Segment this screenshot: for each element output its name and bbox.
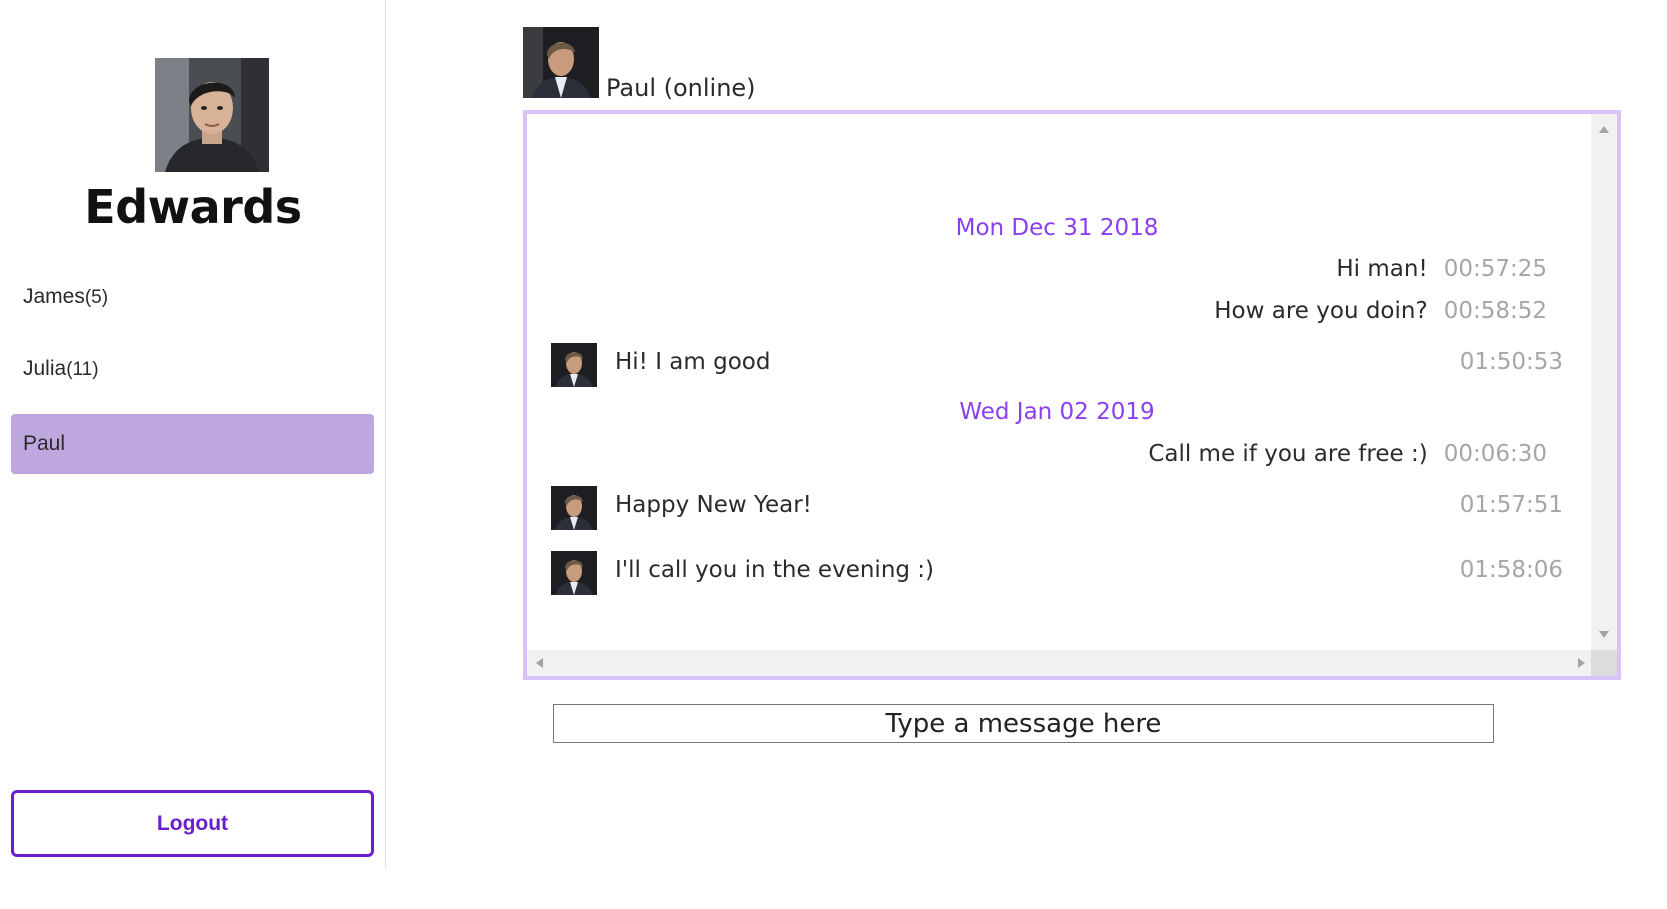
contact-item-paul[interactable]: Paul (11, 414, 374, 474)
horizontal-scrollbar[interactable] (527, 650, 1595, 676)
scroll-down-arrow-icon[interactable] (1599, 631, 1609, 638)
outgoing-message: How are you doin? 00:58:52 (1214, 298, 1547, 324)
unread-count-badge: (11) (66, 359, 99, 380)
user-name: Edwards (84, 180, 302, 234)
chat-app: Edwards James(5) Julia(11) Paul Logout P… (0, 0, 1667, 909)
sender-avatar (551, 343, 597, 387)
contact-name: James (23, 285, 85, 308)
outgoing-message: Call me if you are free :) 00:06:30 (1148, 441, 1547, 467)
outgoing-message: Hi man! 00:57:25 (1336, 256, 1547, 282)
scroll-right-arrow-icon[interactable] (1578, 658, 1585, 668)
user-avatar (155, 58, 269, 172)
scroll-up-arrow-icon[interactable] (1599, 126, 1609, 133)
message-text: How are you doin? (1214, 298, 1428, 324)
message-input[interactable] (553, 704, 1494, 743)
message-text: I'll call you in the evening :) (615, 557, 935, 583)
incoming-message: Hi! I am good 01:50:53 (551, 343, 1563, 387)
contact-name: Paul (23, 432, 66, 455)
sender-avatar (551, 486, 597, 530)
message-time: 00:06:30 (1443, 441, 1547, 467)
contact-name: Julia (23, 357, 67, 380)
incoming-message: I'll call you in the evening :) 01:58:06 (551, 551, 1563, 595)
contact-item-james[interactable]: James(5) (11, 267, 374, 327)
incoming-message: Happy New Year! 01:57:51 (551, 486, 1563, 530)
logout-button[interactable]: Logout (11, 790, 374, 857)
sender-avatar (551, 551, 597, 595)
sidebar: Edwards James(5) Julia(11) Paul Logout (0, 0, 386, 868)
message-time: 01:58:06 (1459, 557, 1563, 583)
unread-count-badge: (5) (84, 287, 109, 308)
scroll-left-arrow-icon[interactable] (536, 658, 543, 668)
message-text: Call me if you are free :) (1148, 441, 1428, 467)
message-panel: Mon Dec 31 2018 Hi man! 00:57:25 How are … (523, 110, 1621, 680)
contact-avatar (523, 27, 599, 98)
vertical-scrollbar[interactable] (1591, 114, 1617, 650)
message-time: 00:58:52 (1443, 298, 1547, 324)
chat-header-title: Paul (online) (606, 74, 756, 102)
message-time: 01:57:51 (1459, 492, 1563, 518)
date-separator: Mon Dec 31 2018 (955, 215, 1159, 241)
message-text: Hi! I am good (615, 349, 771, 375)
message-time: 01:50:53 (1459, 349, 1563, 375)
contact-item-julia[interactable]: Julia(11) (11, 339, 374, 399)
scrollbar-corner (1591, 650, 1617, 676)
date-separator: Wed Jan 02 2019 (959, 399, 1155, 425)
message-list[interactable]: Mon Dec 31 2018 Hi man! 00:57:25 How are … (527, 114, 1595, 650)
message-time: 00:57:25 (1443, 256, 1547, 282)
message-text: Happy New Year! (615, 492, 812, 518)
message-text: Hi man! (1336, 256, 1428, 282)
